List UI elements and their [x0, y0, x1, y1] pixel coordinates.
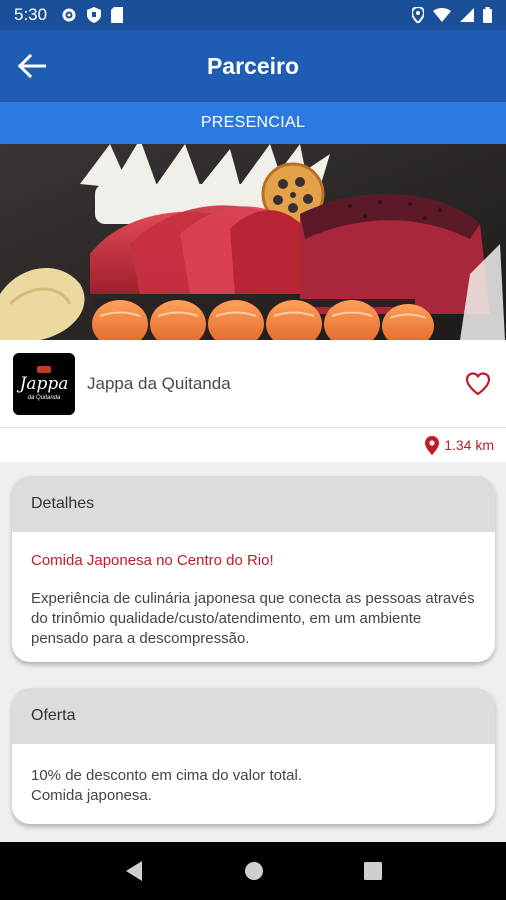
logo-text: Jappa — [19, 374, 69, 394]
details-card: Detalhes Comida Japonesa no Centro do Ri… — [12, 476, 495, 662]
partner-name: Jappa da Quitanda — [87, 373, 231, 393]
battery-icon — [483, 7, 492, 23]
gear-icon — [62, 8, 76, 22]
system-nav-bar — [0, 842, 506, 900]
mode-tab-presencial[interactable]: PRESENCIAL — [0, 102, 506, 144]
offer-line-1: 10% de desconto em cima do valor total. — [31, 767, 302, 784]
sim-card-icon — [111, 7, 124, 23]
details-title: Detalhes — [31, 495, 95, 512]
nav-home-icon[interactable] — [244, 861, 264, 881]
status-bar: 5:30 — [0, 0, 506, 30]
signal-icon — [460, 8, 474, 22]
torii-icon — [37, 366, 51, 373]
map-pin-icon — [425, 435, 440, 455]
favorite-button[interactable] — [463, 369, 493, 399]
app-bar: Parceiro — [0, 30, 506, 102]
wifi-icon — [433, 8, 451, 22]
heart-outline-icon — [465, 371, 491, 395]
offer-title: Oferta — [31, 707, 76, 724]
distance-row: 1.34 km — [0, 428, 506, 462]
page-title: Parceiro — [206, 52, 300, 79]
details-description: Experiência de culinária japonesa que co… — [31, 590, 475, 647]
partner-header: Jappa da Quitanda Jappa da Quitanda — [0, 340, 506, 428]
details-card-header: Detalhes — [12, 476, 495, 532]
arrow-back-icon — [18, 54, 46, 78]
details-subtitle: Comida Japonesa no Centro do Rio! — [31, 552, 274, 569]
shield-icon — [87, 7, 102, 23]
mode-label: PRESENCIAL — [200, 114, 306, 131]
nav-back-icon[interactable] — [124, 860, 144, 882]
hero-image — [0, 144, 506, 340]
offer-card-header: Oferta — [12, 688, 495, 744]
location-icon — [412, 7, 424, 23]
status-time: 5:30 — [14, 5, 48, 24]
partner-logo: Jappa da Quitanda — [13, 352, 75, 415]
nav-recents-icon[interactable] — [364, 862, 382, 880]
logo-subtext: da Quitanda — [27, 395, 61, 401]
distance-value: 1.34 km — [444, 437, 494, 453]
back-button[interactable] — [16, 50, 48, 82]
offer-card: Oferta 10% de desconto em cima do valor … — [12, 688, 495, 824]
offer-line-2: Comida japonesa. — [31, 787, 152, 804]
